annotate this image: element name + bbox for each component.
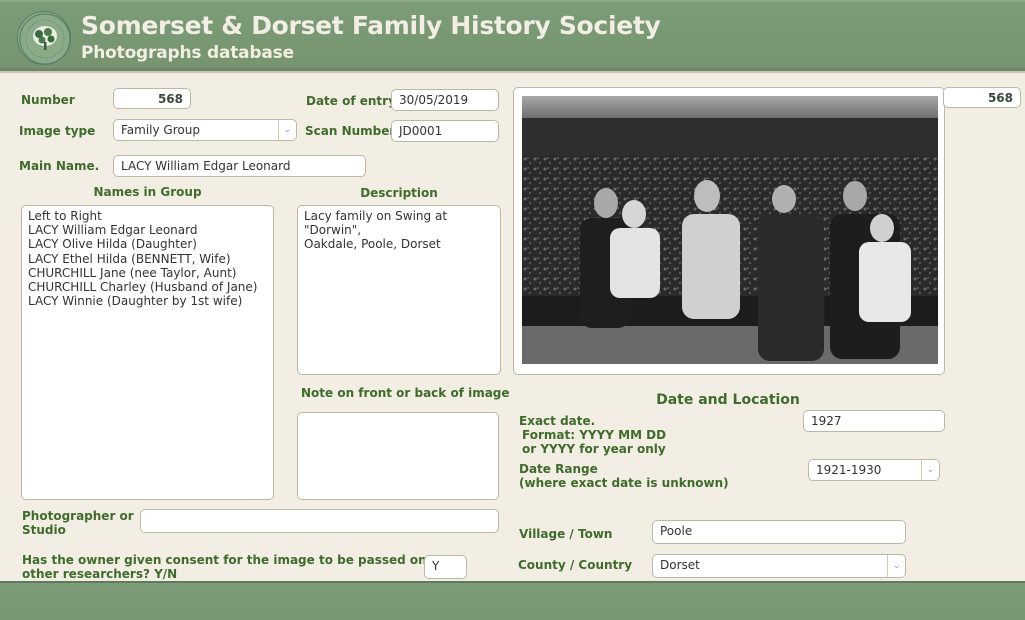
date-location-heading: Date and Location bbox=[656, 392, 800, 408]
description-textarea[interactable]: Lacy family on Swing at "Dorwin", Oakdal… bbox=[297, 205, 501, 375]
consent-label-line1: Has the owner given consent for the imag… bbox=[22, 553, 445, 567]
number-label: Number bbox=[21, 93, 75, 107]
image-type-select[interactable]: Family Group ⌄ bbox=[113, 119, 297, 141]
chevron-down-icon[interactable]: ⌄ bbox=[887, 555, 905, 577]
app-footer bbox=[0, 581, 1025, 620]
date-of-entry-field[interactable]: 30/05/2019 bbox=[391, 89, 499, 111]
note-textarea[interactable] bbox=[297, 412, 499, 500]
consent-field[interactable]: Y bbox=[424, 555, 467, 579]
date-range-label-text: Date Range bbox=[519, 462, 598, 476]
photographer-label-line1: Photographer or bbox=[22, 509, 134, 523]
village-field[interactable]: Poole bbox=[652, 520, 906, 544]
date-range-sublabel: (where exact date is unknown) bbox=[519, 476, 729, 490]
photographer-label: Photographer or Studio bbox=[22, 509, 134, 537]
county-select[interactable]: Dorset ⌄ bbox=[652, 554, 906, 578]
scan-number-field[interactable]: JD0001 bbox=[391, 120, 499, 142]
chevron-down-icon[interactable]: ⌄ bbox=[921, 460, 939, 480]
image-type-label: Image type bbox=[19, 124, 96, 138]
app-subtitle: Photographs database bbox=[81, 43, 294, 63]
county-label: County / Country bbox=[518, 558, 633, 572]
exact-date-field[interactable]: 1927 bbox=[803, 410, 945, 432]
number-field[interactable]: 568 bbox=[113, 88, 191, 109]
names-in-group-label: Names in Group bbox=[93, 185, 202, 199]
app-title: Somerset & Dorset Family History Society bbox=[81, 11, 661, 40]
consent-label: Has the owner given consent for the imag… bbox=[22, 553, 445, 581]
exact-date-label-text: Exact date. bbox=[519, 414, 596, 428]
date-range-select[interactable]: 1921-1930 ⌄ bbox=[808, 459, 940, 481]
description-label: Description bbox=[360, 186, 438, 200]
exact-date-format-line1: Format: YYYY MM DD bbox=[522, 428, 667, 442]
photographer-label-line2: Studio bbox=[22, 523, 66, 537]
app-header: Somerset & Dorset Family History Society… bbox=[0, 0, 1025, 73]
names-in-group-textarea[interactable]: Left to Right LACY William Edgar Leonard… bbox=[21, 205, 274, 500]
exact-date-label: Exact date. Format: YYYY MM DD or YYYY f… bbox=[519, 414, 666, 456]
date-range-label: Date Range (where exact date is unknown) bbox=[519, 462, 729, 490]
county-value: Dorset bbox=[660, 558, 700, 572]
main-name-label: Main Name. bbox=[19, 159, 100, 173]
exact-date-format-line2: or YYYY for year only bbox=[522, 442, 666, 456]
scan-number-label: Scan Number bbox=[305, 124, 396, 138]
photographer-field[interactable] bbox=[140, 509, 499, 533]
date-range-value: 1921-1930 bbox=[816, 463, 882, 477]
main-name-field[interactable]: LACY William Edgar Leonard bbox=[113, 155, 366, 177]
consent-label-line2: other researchers? Y/N bbox=[22, 567, 178, 581]
society-logo-icon bbox=[17, 11, 71, 65]
note-label: Note on front or back of image bbox=[301, 386, 510, 400]
village-label: Village / Town bbox=[519, 527, 613, 541]
chevron-down-icon[interactable]: ⌄ bbox=[278, 120, 296, 140]
photo-frame bbox=[513, 87, 945, 375]
date-of-entry-label: Date of entry bbox=[306, 94, 396, 108]
image-type-value: Family Group bbox=[121, 123, 200, 137]
family-photo[interactable] bbox=[522, 96, 938, 364]
record-number-display: 568 bbox=[943, 87, 1021, 108]
